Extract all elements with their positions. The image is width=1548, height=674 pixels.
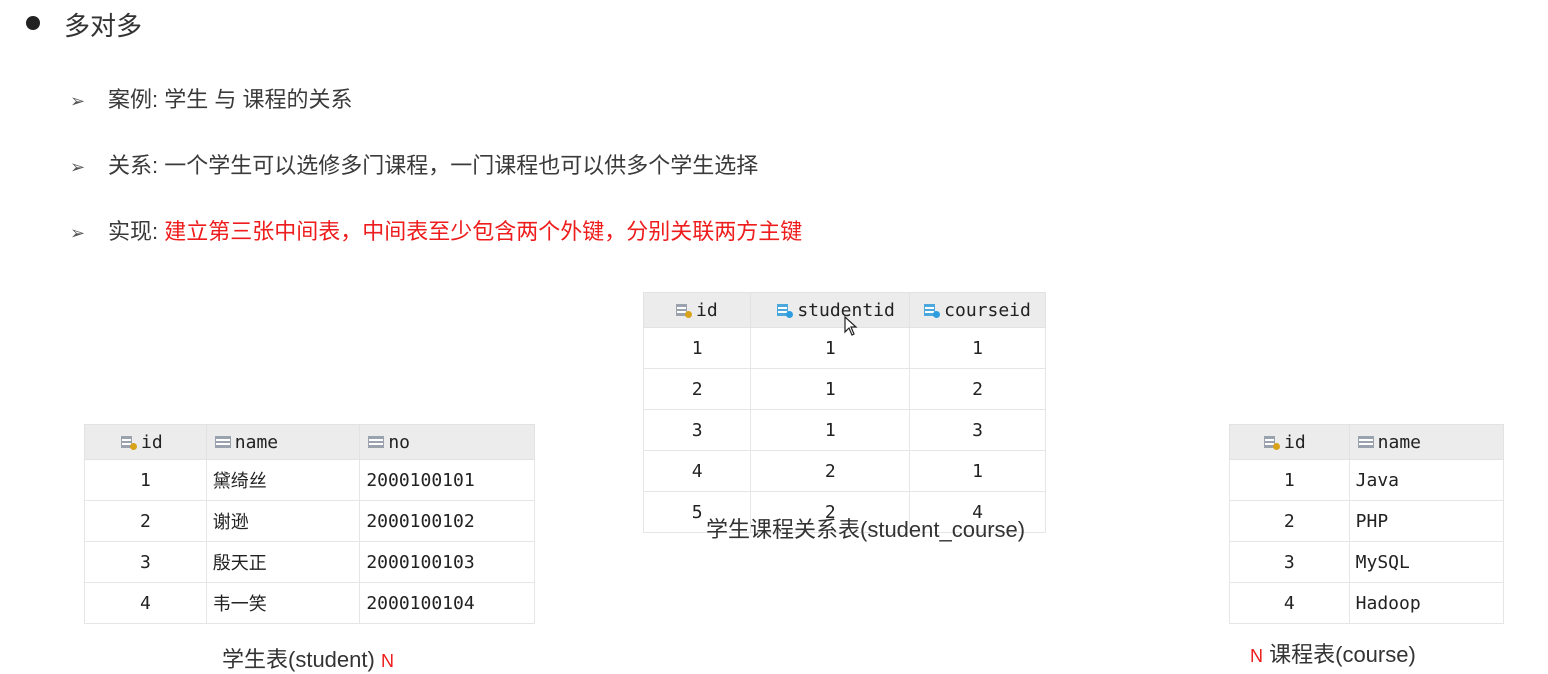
- primary-key-icon: [1264, 435, 1280, 450]
- arrow-icon: ➢: [70, 157, 86, 177]
- bullet-relation-label: 关系:: [108, 153, 165, 178]
- table-row[interactable]: 4 Hadoop: [1229, 582, 1505, 624]
- student-table-caption: 学生表(student) N: [222, 647, 394, 672]
- arrow-icon: ➢: [70, 223, 86, 243]
- table-row[interactable]: 1 黛绮丝 2000100101: [84, 459, 535, 501]
- column-icon: [368, 435, 385, 450]
- page-title: 多对多: [64, 11, 143, 41]
- student-table: id name no 1 黛绮丝 2000100101 2 谢逊 2000100102 …: [84, 424, 535, 624]
- foreign-key-icon: [924, 303, 941, 318]
- primary-key-icon: [676, 303, 692, 318]
- col-header-name[interactable]: name: [205, 424, 361, 460]
- mouse-cursor-icon: [844, 316, 858, 336]
- table-row[interactable]: 2 谢逊 2000100102: [84, 500, 535, 542]
- table-row[interactable]: 3 MySQL: [1229, 541, 1505, 583]
- bullet-case-label: 案例:: [108, 87, 165, 112]
- bullet-case: ➢ 案例: 学生 与 课程的关系: [70, 82, 352, 114]
- col-header-studentid[interactable]: studentid: [750, 292, 911, 328]
- col-header-courseid[interactable]: courseid: [909, 292, 1046, 328]
- relation-table-caption: 学生课程关系表(student_course): [706, 517, 1026, 542]
- foreign-key-icon: [777, 303, 794, 318]
- column-icon: [214, 435, 231, 450]
- bullet-implementation-label: 实现:: [108, 219, 165, 244]
- col-header-id[interactable]: id: [642, 292, 752, 328]
- bullet-implementation: ➢ 实现: 建立第三张中间表，中间表至少包含两个外键，分别关联两方主键: [70, 214, 802, 246]
- col-header-id[interactable]: id: [84, 424, 207, 460]
- cardinality-marker: N: [1250, 646, 1263, 666]
- table-row[interactable]: 2 PHP: [1229, 500, 1505, 542]
- table-row[interactable]: 421: [642, 450, 1046, 492]
- bullet-relation: ➢ 关系: 一个学生可以选修多门课程，一门课程也可以供多个学生选择: [70, 148, 758, 180]
- table-row[interactable]: 1 Java: [1229, 459, 1505, 501]
- col-header-no[interactable]: no: [359, 424, 535, 460]
- arrow-icon: ➢: [70, 91, 86, 111]
- bullet-case-text: 学生 与 课程的关系: [164, 87, 353, 112]
- primary-key-icon: [121, 435, 137, 450]
- bullet-dot: [26, 16, 40, 30]
- bullet-implementation-text: 建立第三张中间表，中间表至少包含两个外键，分别关联两方主键: [164, 219, 803, 244]
- course-table: id name 1 Java 2 PHP 3 MySQL 4 Hadoop: [1229, 424, 1505, 624]
- bullet-relation-text: 一个学生可以选修多门课程，一门课程也可以供多个学生选择: [164, 153, 759, 178]
- col-header-id[interactable]: id: [1229, 424, 1350, 460]
- column-icon: [1357, 435, 1374, 450]
- course-table-caption: N 课程表(course): [1250, 642, 1416, 667]
- table-row[interactable]: 313: [642, 409, 1046, 451]
- cardinality-marker: N: [380, 651, 394, 671]
- table-row[interactable]: 4 韦一笑 2000100104: [84, 582, 535, 624]
- table-row[interactable]: 3 殷天正 2000100103: [84, 541, 535, 583]
- table-row[interactable]: 212: [642, 368, 1046, 410]
- col-header-name[interactable]: name: [1348, 424, 1505, 460]
